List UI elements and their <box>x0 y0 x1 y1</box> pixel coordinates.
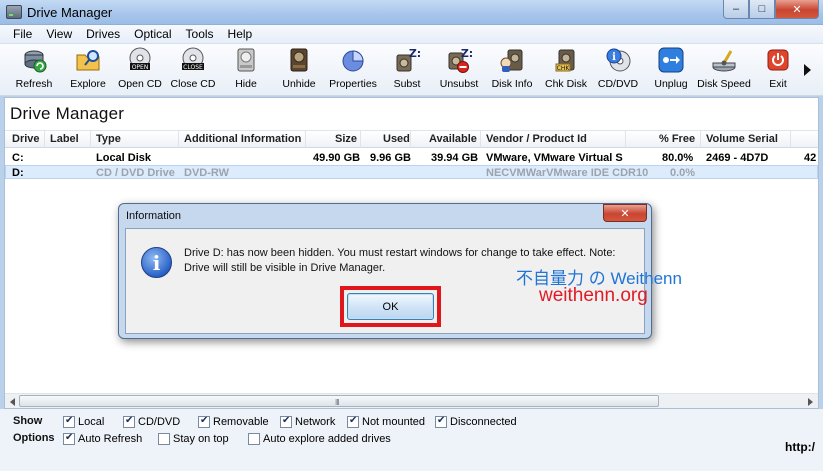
menu-view[interactable]: View <box>39 27 79 41</box>
checkbox-unchecked-icon <box>248 433 260 445</box>
toolbar: Refresh Explore OPEN Open CD CLOSE Close… <box>0 44 823 96</box>
checkbox-checked-icon <box>435 415 447 428</box>
svg-text:CHK: CHK <box>557 65 571 72</box>
cd-dvd-button[interactable]: i CD/DVD <box>596 47 640 93</box>
svg-text:Z:: Z: <box>461 47 472 60</box>
checkbox-checked-icon <box>63 432 75 445</box>
hide-icon <box>233 47 259 73</box>
options-area: Show Options Local CD/DVD Removable Netw… <box>0 409 823 471</box>
checkbox-checked-icon <box>347 415 359 428</box>
col-additional-information[interactable]: Additional Information <box>184 133 301 145</box>
svg-text:CLOSE: CLOSE <box>183 64 203 71</box>
close-button[interactable]: ✕ <box>775 0 819 19</box>
table-row[interactable]: C: Local Disk 49.90 GB 9.96 GB 39.94 GB … <box>5 151 818 165</box>
col-available[interactable]: Available <box>429 133 477 145</box>
col-type[interactable]: Type <box>96 133 121 145</box>
col-percent-free[interactable]: % Free <box>659 133 695 145</box>
toolbar-overflow-arrow-icon[interactable] <box>804 64 811 76</box>
properties-button[interactable]: Properties <box>328 47 378 93</box>
dialog-close-button[interactable]: ✕ <box>603 204 647 222</box>
menu-tools[interactable]: Tools <box>179 27 221 41</box>
checkbox-checked-icon <box>123 415 135 428</box>
auto-refresh-checkbox[interactable]: Auto Refresh <box>63 432 142 445</box>
disk-info-button[interactable]: Disk Info <box>489 47 535 93</box>
explore-icon <box>75 47 101 73</box>
horizontal-scrollbar[interactable]: III <box>5 393 818 408</box>
svg-text:i: i <box>612 52 616 63</box>
menu-drives[interactable]: Drives <box>79 27 127 41</box>
hide-button[interactable]: Hide <box>224 47 268 93</box>
scroll-left-icon[interactable] <box>10 398 15 406</box>
menu-optical[interactable]: Optical <box>127 27 178 41</box>
col-vendor-product-id[interactable]: Vendor / Product Id <box>486 133 587 145</box>
subst-button[interactable]: Z: Subst <box>385 47 429 93</box>
minimize-button[interactable]: – <box>723 0 749 19</box>
col-size[interactable]: Size <box>335 133 357 145</box>
subst-icon: Z: <box>394 47 421 73</box>
checkbox-checked-icon <box>280 415 292 428</box>
menu-help[interactable]: Help <box>221 27 260 41</box>
scrollbar-thumb[interactable]: III <box>19 395 659 407</box>
disk-info-icon <box>499 47 525 73</box>
menu-bar: File View Drives Optical Tools Help <box>0 25 823 44</box>
close-cd-icon: CLOSE <box>180 47 206 73</box>
checkbox-checked-icon <box>198 415 210 428</box>
col-volume-serial[interactable]: Volume Serial <box>706 133 778 145</box>
window-title: Drive Manager <box>27 5 113 20</box>
scroll-right-icon[interactable] <box>808 398 813 406</box>
unhide-button[interactable]: Unhide <box>277 47 321 93</box>
explore-button[interactable]: Explore <box>66 47 110 93</box>
disk-speed-button[interactable]: Disk Speed <box>697 47 751 93</box>
grid-header: Drive Label Type Additional Information … <box>5 130 818 148</box>
show-network-checkbox[interactable]: Network <box>280 415 335 428</box>
svg-text:OPEN: OPEN <box>132 64 149 71</box>
show-disconnected-checkbox[interactable]: Disconnected <box>435 415 517 428</box>
checkbox-unchecked-icon <box>158 433 170 445</box>
app-drive-icon <box>6 5 22 19</box>
title-bar[interactable]: Drive Manager – □ ✕ <box>0 0 823 25</box>
watermark-line2: weithenn.org <box>539 285 648 306</box>
stay-on-top-checkbox[interactable]: Stay on top <box>158 433 229 445</box>
info-icon: i <box>141 247 172 278</box>
dialog-title: Information <box>126 210 182 222</box>
chk-disk-icon: CHK <box>553 47 579 73</box>
open-cd-button[interactable]: OPEN Open CD <box>118 47 162 93</box>
auto-explore-checkbox[interactable]: Auto explore added drives <box>248 433 391 445</box>
col-used[interactable]: Used <box>383 133 410 145</box>
unhide-icon <box>286 47 312 73</box>
unplug-button[interactable]: Unplug <box>649 47 693 93</box>
svg-text:Z:: Z: <box>409 47 420 60</box>
close-cd-button[interactable]: CLOSE Close CD <box>171 47 215 93</box>
cd-dvd-icon: i <box>605 47 631 73</box>
properties-icon <box>340 47 366 73</box>
unsubst-icon: Z: <box>446 47 473 73</box>
page-title: Drive Manager <box>10 104 125 123</box>
show-local-checkbox[interactable]: Local <box>63 415 104 428</box>
col-drive[interactable]: Drive <box>12 133 40 145</box>
chk-disk-button[interactable]: CHK Chk Disk <box>543 47 589 93</box>
col-label[interactable]: Label <box>50 133 79 145</box>
website-link[interactable]: http:/ <box>785 440 815 454</box>
window-controls: – □ ✕ <box>723 0 819 20</box>
refresh-button[interactable]: Refresh <box>12 47 56 93</box>
unplug-icon <box>658 47 684 73</box>
refresh-icon <box>21 47 47 73</box>
show-cd-dvd-checkbox[interactable]: CD/DVD <box>123 415 180 428</box>
show-label: Show <box>13 415 43 427</box>
maximize-button[interactable]: □ <box>749 0 775 19</box>
options-label: Options <box>13 432 55 444</box>
checkbox-checked-icon <box>63 415 75 428</box>
exit-button[interactable]: Exit <box>756 47 800 93</box>
disk-speed-icon <box>711 47 737 73</box>
show-removable-checkbox[interactable]: Removable <box>198 415 269 428</box>
open-cd-icon: OPEN <box>127 47 153 73</box>
unsubst-button[interactable]: Z: Unsubst <box>437 47 481 93</box>
show-not-mounted-checkbox[interactable]: Not mounted <box>347 415 425 428</box>
table-row-selected[interactable]: D: CD / DVD Drive DVD-RW NECVMWarVMware … <box>5 165 818 179</box>
menu-file[interactable]: File <box>6 27 39 41</box>
exit-icon <box>765 47 791 73</box>
ok-button[interactable]: OK <box>347 293 434 320</box>
